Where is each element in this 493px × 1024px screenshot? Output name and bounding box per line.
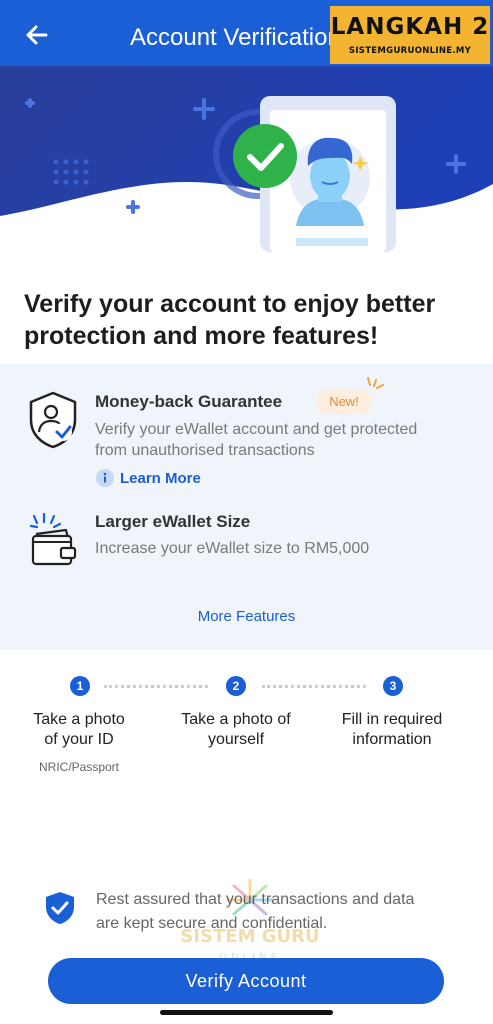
- step-3-line1: Fill in required: [341, 711, 443, 728]
- feature-title-larger-wallet: Larger eWallet Size: [95, 512, 251, 531]
- banner-main-text: LANGKAH 2: [330, 14, 490, 40]
- headline: Verify your account to enjoy better prot…: [24, 290, 436, 350]
- features-panel: Money-back Guarantee New! Verify your eW…: [0, 364, 493, 650]
- hero-illustration: [0, 66, 493, 252]
- step-1-line2: of your ID: [44, 731, 114, 748]
- step-3-label: Fill in required information: [317, 710, 467, 750]
- feature-desc-money-back-1: Verify your eWallet account and get prot…: [95, 421, 418, 438]
- info-icon: [96, 469, 114, 487]
- feature-desc-larger-wallet: Increase your eWallet size to RM5,000: [95, 540, 370, 557]
- step-1-sub: NRIC/Passport: [38, 760, 120, 774]
- security-note-line2: are kept secure and confidential.: [96, 915, 328, 932]
- verify-account-button[interactable]: Verify Account: [48, 958, 444, 1004]
- wallet-sparkle-icon: [28, 512, 78, 573]
- verification-steps: 1 2 3 Take a photo of your ID NRIC/Passp…: [0, 650, 493, 850]
- feature-title-money-back: Money-back Guarantee: [95, 392, 283, 411]
- shield-user-check-icon: [26, 390, 80, 455]
- step-2-number: 2: [226, 676, 246, 696]
- more-features-link[interactable]: More Features: [0, 608, 493, 625]
- step-overlay-banner: LANGKAH 2 SISTEMGURUONLINE.MY: [330, 6, 490, 64]
- step-2-line1: Take a photo of: [181, 711, 291, 728]
- security-note: Rest assured that your transactions and …: [96, 888, 466, 936]
- page-title: Account Verification: [130, 24, 341, 51]
- step-1-label: Take a photo of your ID: [4, 710, 154, 750]
- shield-check-icon: [44, 890, 76, 931]
- banner-sub-text: SISTEMGURUONLINE.MY: [348, 46, 472, 56]
- learn-more-link[interactable]: Learn More: [96, 467, 201, 489]
- feature-desc-money-back-2: from unauthorised transactions: [95, 442, 315, 459]
- back-button[interactable]: [22, 20, 52, 50]
- step-2-line2: yourself: [207, 731, 265, 748]
- step-1-number: 1: [70, 676, 90, 696]
- bottom-section: SISTEM GURU ONLINE Rest assured that you…: [0, 850, 493, 1024]
- step-3-number: 3: [383, 676, 403, 696]
- step-2-label: Take a photo of yourself: [161, 710, 311, 750]
- security-note-line1: Rest assured that your transactions and …: [96, 891, 415, 908]
- learn-more-label: Learn More: [120, 469, 201, 487]
- arrow-left-icon: [26, 25, 48, 45]
- step-connector-2: [262, 685, 366, 688]
- step-3-line2: information: [352, 731, 432, 748]
- step-1-line1: Take a photo: [33, 711, 125, 728]
- step-connector-1: [104, 685, 208, 688]
- home-indicator: [160, 1010, 333, 1015]
- sparkle-lines-icon: [367, 377, 384, 389]
